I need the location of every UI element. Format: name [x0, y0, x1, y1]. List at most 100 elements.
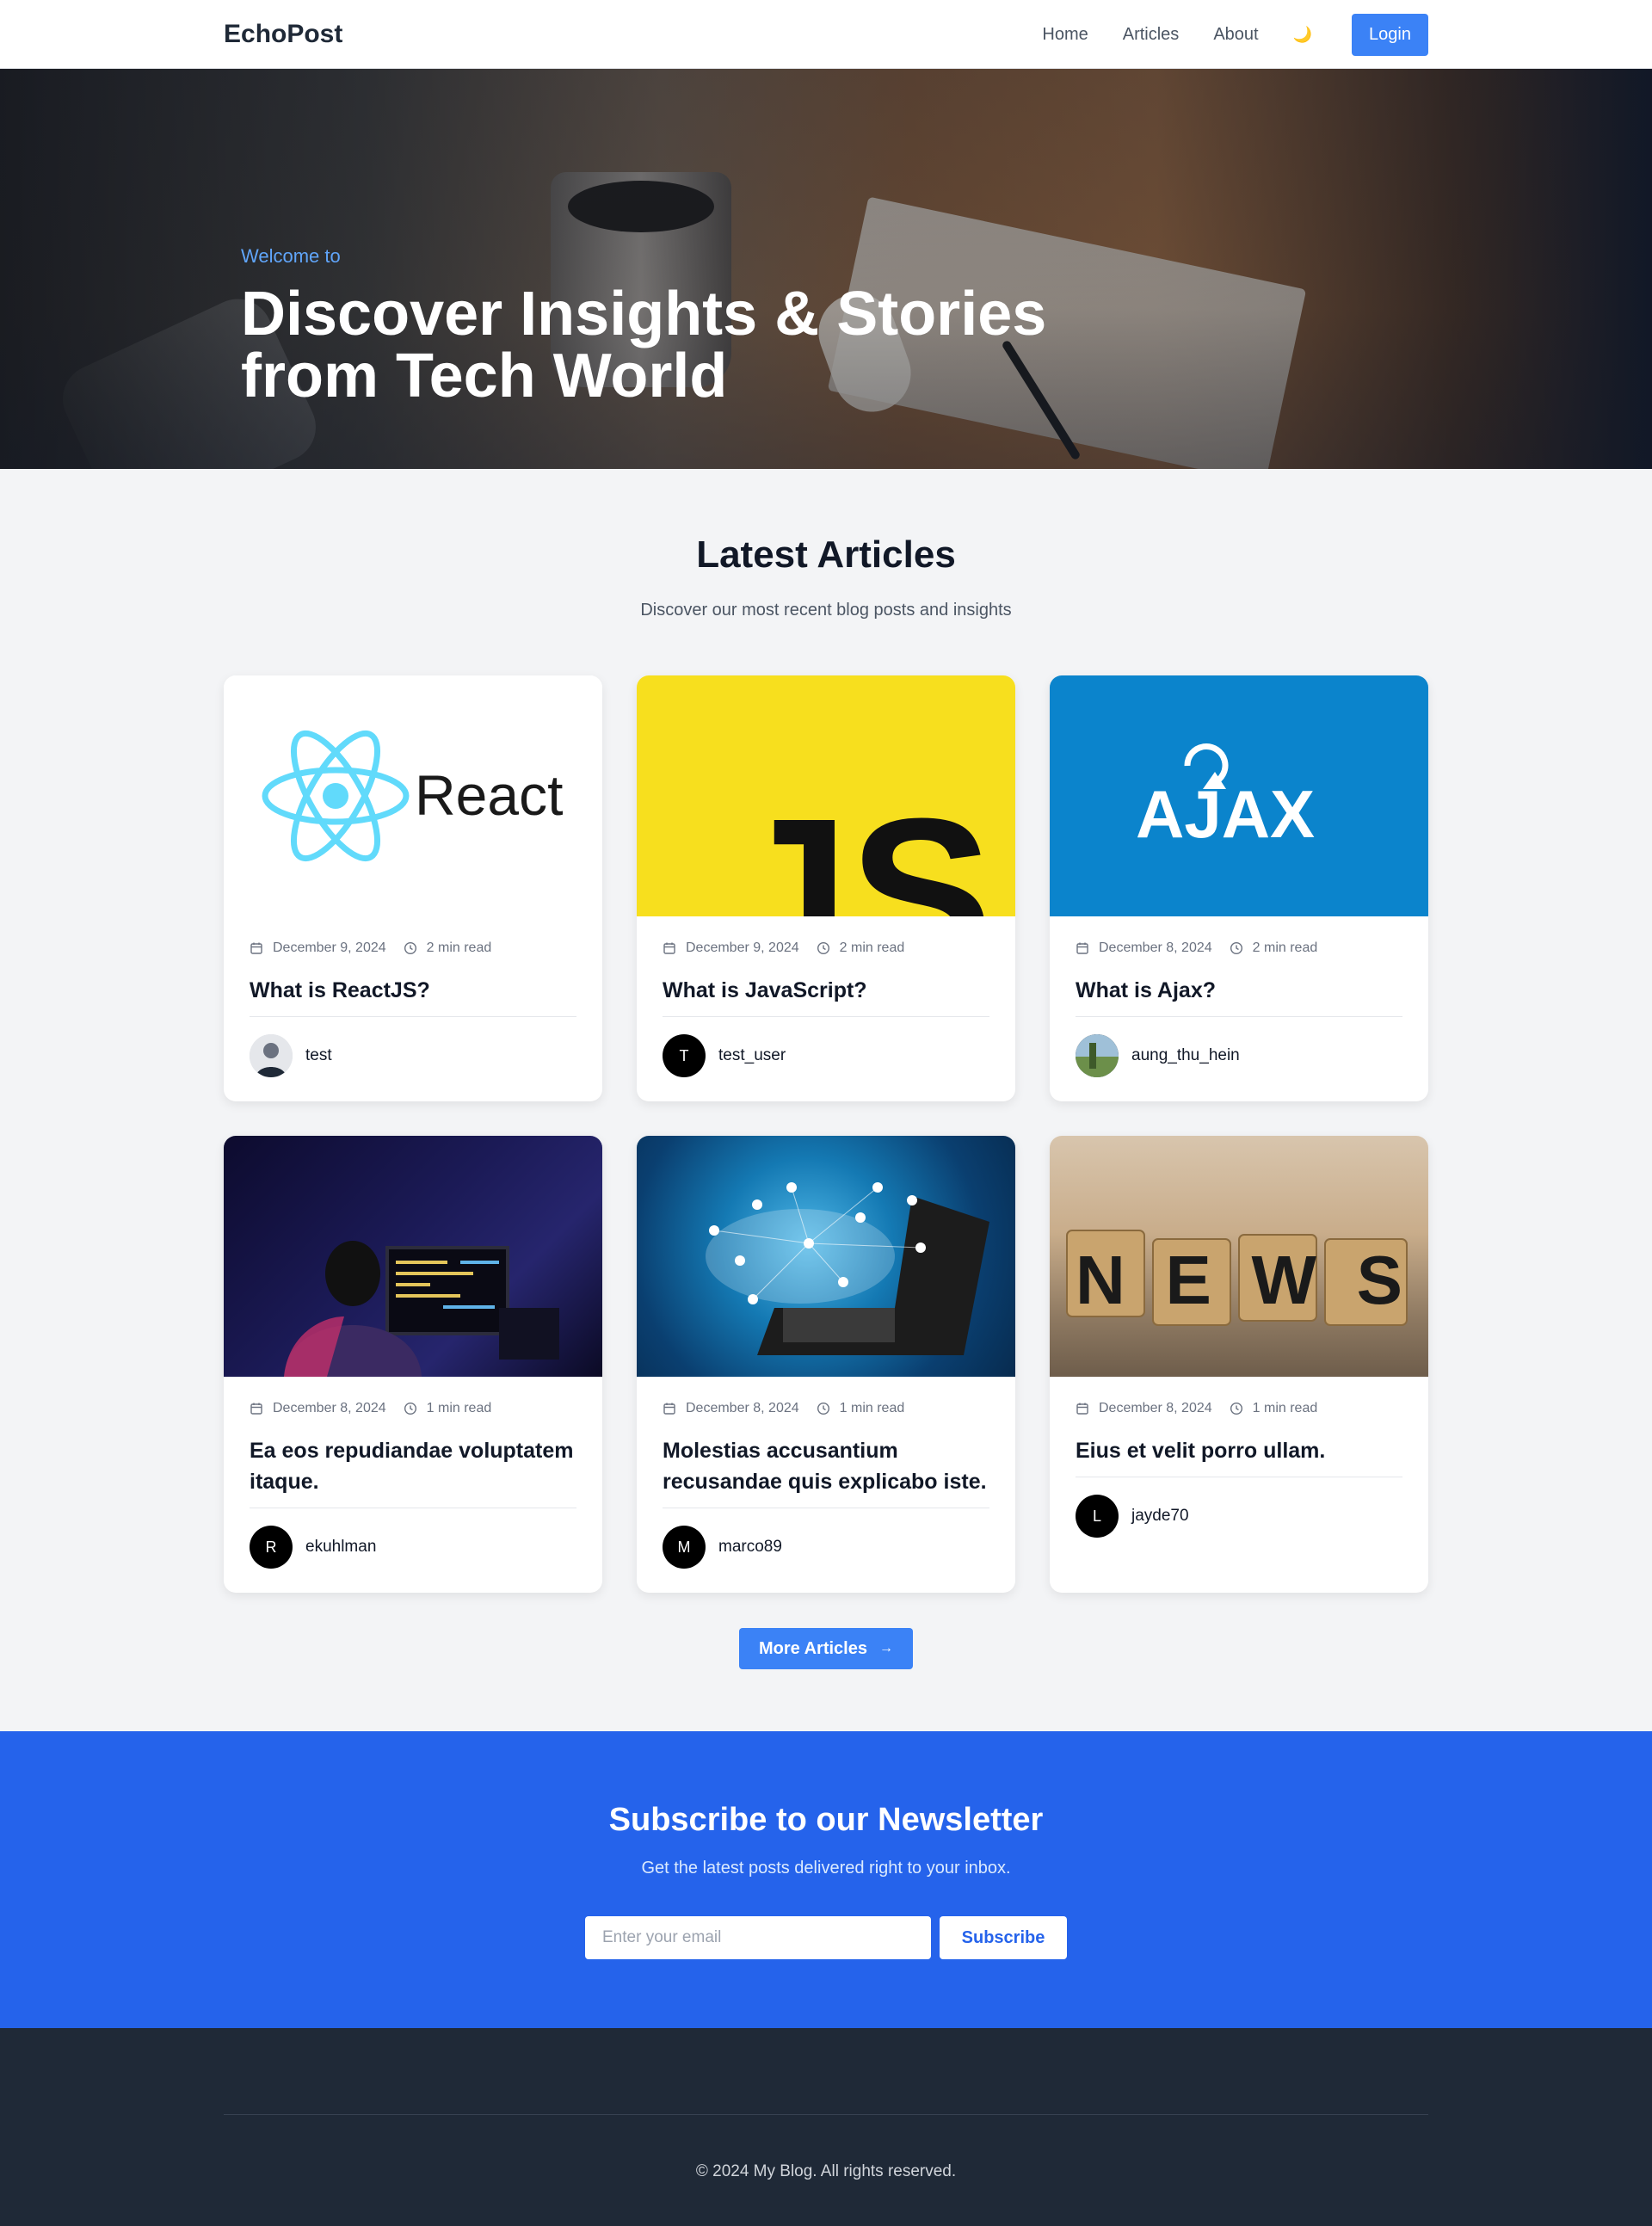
article-thumbnail-network[interactable] — [637, 1136, 1015, 1377]
article-title[interactable]: Eius et velit porro ullam. — [1076, 1435, 1402, 1466]
hero-kicker: Welcome to — [241, 245, 341, 267]
author-name: aung_thu_hein — [1131, 1046, 1240, 1064]
calendar-icon — [250, 942, 262, 954]
site-footer: © 2024 My Blog. All rights reserved. — [0, 2028, 1652, 2226]
articles-grid: React December 9, 2024 2 min read What i… — [224, 675, 1428, 1593]
article-card[interactable]: JS December 9, 2024 2 min read What is J… — [637, 675, 1015, 1101]
clock-icon — [1230, 941, 1242, 955]
article-author[interactable]: M marco89 — [663, 1526, 989, 1569]
article-read-time: 2 min read — [426, 940, 492, 955]
article-title[interactable]: Molestias accusantium recusandae quis ex… — [663, 1435, 989, 1497]
site-header: EchoPost Home Articles About 🌙 Login — [0, 0, 1652, 69]
developer-at-computer-icon — [284, 1241, 559, 1377]
article-meta: December 8, 2024 1 min read — [250, 1399, 576, 1418]
divider — [224, 2114, 1428, 2115]
nav-about[interactable]: About — [1213, 25, 1258, 45]
article-read-time: 2 min read — [839, 940, 905, 955]
article-meta: December 9, 2024 2 min read — [250, 939, 576, 958]
clock-icon — [404, 1402, 416, 1415]
hero-title: Discover Insights & Stories from Tech Wo… — [241, 283, 1046, 407]
nav-home[interactable]: Home — [1042, 25, 1088, 45]
author-name: test_user — [718, 1046, 786, 1064]
login-button[interactable]: Login — [1352, 13, 1428, 56]
article-thumbnail-news[interactable]: NEWS — [1050, 1136, 1428, 1377]
divider — [250, 1016, 576, 1017]
avatar: L — [1076, 1495, 1119, 1538]
article-read-time: 1 min read — [426, 1401, 492, 1415]
more-articles-button[interactable]: More Articles → — [739, 1628, 913, 1669]
article-date: December 8, 2024 — [273, 1401, 386, 1415]
copyright: © 2024 My Blog. All rights reserved. — [695, 2162, 957, 2180]
article-meta: December 8, 2024 1 min read — [1076, 1399, 1402, 1418]
react-logo-text: React — [415, 763, 563, 827]
article-title[interactable]: Ea eos repudiandae voluptatem itaque. — [250, 1435, 576, 1497]
clock-icon — [817, 1402, 829, 1415]
newsletter-section: Subscribe to our Newsletter Get the late… — [0, 1731, 1652, 2028]
article-title[interactable]: What is JavaScript? — [663, 975, 989, 1006]
moon-icon[interactable]: 🌙 — [1293, 26, 1312, 44]
calendar-icon — [663, 942, 675, 954]
article-thumbnail-javascript[interactable]: JS — [637, 675, 1015, 916]
avatar: T — [663, 1034, 706, 1077]
divider — [1076, 1016, 1402, 1017]
hero-title-line2: from Tech World — [241, 342, 728, 410]
ajax-logo-text: AJAX — [1136, 776, 1315, 852]
article-thumbnail-react[interactable]: React — [224, 675, 602, 916]
hero-content: Welcome to Discover Insights & Stories f… — [241, 245, 1046, 407]
author-name: jayde70 — [1131, 1507, 1189, 1525]
clock-icon — [404, 941, 416, 955]
article-card[interactable]: AJAX December 8, 2024 2 min read What is… — [1050, 675, 1428, 1101]
brand-logo[interactable]: EchoPost — [224, 20, 342, 49]
article-card[interactable]: December 8, 2024 1 min read Molestias ac… — [637, 1136, 1015, 1593]
article-author[interactable]: R ekuhlman — [250, 1526, 576, 1569]
news-blocks-icon: NEWS — [1066, 1230, 1408, 1326]
nav-articles[interactable]: Articles — [1123, 25, 1180, 45]
article-date: December 8, 2024 — [686, 1401, 799, 1415]
article-date: December 8, 2024 — [1099, 940, 1212, 955]
article-author[interactable]: test — [250, 1034, 576, 1077]
subscribe-button[interactable]: Subscribe — [940, 1916, 1067, 1959]
article-card[interactable]: December 8, 2024 1 min read Ea eos repud… — [224, 1136, 602, 1593]
author-name: marco89 — [718, 1538, 782, 1556]
calendar-icon — [250, 1403, 262, 1415]
newsletter-subtitle: Get the latest posts delivered right to … — [641, 1859, 1011, 1878]
person-photo-icon — [250, 1034, 293, 1077]
more-articles-label: More Articles — [759, 1638, 867, 1658]
article-read-time: 1 min read — [839, 1401, 905, 1415]
article-author[interactable]: aung_thu_hein — [1076, 1034, 1402, 1077]
avatar: M — [663, 1526, 706, 1569]
article-author[interactable]: L jayde70 — [1076, 1495, 1402, 1538]
article-title[interactable]: What is Ajax? — [1076, 975, 1402, 1006]
section-title: Latest Articles — [696, 533, 956, 576]
react-logo-icon: React — [262, 730, 563, 862]
global-network-laptop-icon — [706, 1182, 989, 1355]
hero-title-line1: Discover Insights & Stories — [241, 280, 1047, 348]
article-title[interactable]: What is ReactJS? — [250, 975, 576, 1006]
article-meta: December 9, 2024 2 min read — [663, 939, 989, 958]
hero-banner: Welcome to Discover Insights & Stories f… — [0, 69, 1652, 469]
email-input[interactable] — [585, 1916, 931, 1959]
calendar-icon — [1076, 1403, 1088, 1415]
article-card[interactable]: React December 9, 2024 2 min read What i… — [224, 675, 602, 1101]
divider — [663, 1016, 989, 1017]
article-date: December 9, 2024 — [686, 940, 799, 955]
calendar-icon — [1076, 942, 1088, 954]
avatar: R — [250, 1526, 293, 1569]
article-meta: December 8, 2024 1 min read — [663, 1399, 989, 1418]
author-name: test — [305, 1046, 332, 1064]
article-author[interactable]: T test_user — [663, 1034, 989, 1077]
newsletter-title: Subscribe to our Newsletter — [608, 1802, 1044, 1838]
avatar — [1076, 1034, 1119, 1077]
article-card[interactable]: NEWS December 8, 2024 1 min read Eius et… — [1050, 1136, 1428, 1593]
article-thumbnail-developer[interactable] — [224, 1136, 602, 1377]
clock-icon — [817, 941, 829, 955]
main-nav: Home Articles About 🌙 Login — [1042, 13, 1428, 56]
javascript-logo-icon: JS — [730, 774, 993, 916]
author-name: ekuhlman — [305, 1538, 377, 1556]
article-thumbnail-ajax[interactable]: AJAX — [1050, 675, 1428, 916]
article-meta: December 8, 2024 2 min read — [1076, 939, 1402, 958]
javascript-logo-text: JS — [730, 774, 993, 916]
article-date: December 8, 2024 — [1099, 1401, 1212, 1415]
ajax-logo-icon: AJAX — [1136, 743, 1315, 852]
arrow-right-icon: → — [878, 1641, 893, 1656]
